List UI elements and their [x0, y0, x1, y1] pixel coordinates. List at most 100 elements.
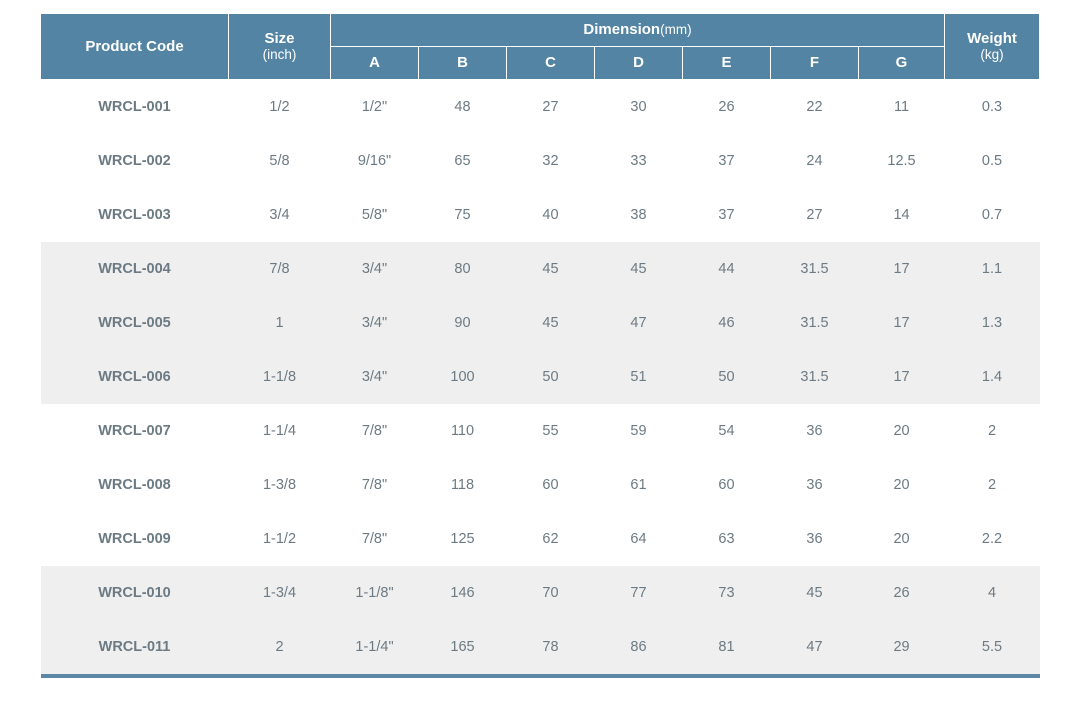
- table-body: WRCL-001 1/2 1/2" 48 27 30 26 22 11 0.3 WRCL-002 5/…: [40, 80, 1040, 676]
- cell-size: 2: [228, 620, 331, 676]
- cell-dim-b: 90: [418, 296, 507, 350]
- cell-dim-c: 60: [542, 477, 559, 493]
- cell-dim-b: 100: [418, 350, 507, 404]
- spec-table-container: Product Code Size (inch) Dimension(mm) W…: [40, 14, 1041, 678]
- cell-dim-f: 27: [806, 207, 823, 223]
- cell-dim-g: 20: [893, 531, 910, 547]
- cell-product-code: WRCL-001: [98, 99, 171, 115]
- cell-dim-g: 12.5: [887, 153, 916, 169]
- column-header-dim-e: E: [682, 46, 771, 80]
- cell-dim-e: 63: [718, 531, 735, 547]
- cell-dim-c: 40: [542, 207, 559, 223]
- cell-weight: 1.3: [944, 296, 1040, 350]
- weight-unit-label: (kg): [980, 47, 1004, 63]
- cell-product-code: WRCL-007: [98, 423, 171, 439]
- cell-product-code: WRCL-011: [40, 620, 229, 676]
- cell-dim-e: 26: [718, 99, 735, 115]
- column-header-weight: Weight (kg): [944, 14, 1041, 80]
- cell-dim-f: 36: [806, 423, 823, 439]
- cell-dim-d: 38: [630, 207, 647, 223]
- column-header-dim-b: B: [418, 46, 507, 80]
- cell-dim-b: 146: [418, 566, 507, 620]
- cell-product-code: WRCL-008: [98, 477, 171, 493]
- cell-size: 3/4: [269, 207, 290, 223]
- cell-dim-c: 45: [506, 242, 595, 296]
- cell-dim-c: 32: [542, 153, 559, 169]
- cell-size: 7/8: [228, 242, 331, 296]
- cell-dim-d: 86: [594, 620, 683, 676]
- column-header-product-code: Product Code: [40, 14, 229, 80]
- table-row: WRCL-003 3/4 5/8" 75 40 38 37 27 14 0.7: [41, 188, 1040, 242]
- size-label: Size: [264, 29, 295, 47]
- cell-dim-a: 3/4": [330, 242, 419, 296]
- page-root: Product Code Size (inch) Dimension(mm) W…: [0, 0, 1073, 701]
- cell-dim-e: 81: [682, 620, 771, 676]
- cell-dim-a: 1-1/8": [330, 566, 419, 620]
- cell-weight: 1.4: [944, 350, 1040, 404]
- cell-size: 1-3/8: [262, 477, 297, 493]
- product-dimension-table: Product Code Size (inch) Dimension(mm) W…: [40, 14, 1041, 678]
- cell-weight: 0.5: [981, 153, 1003, 169]
- cell-product-code: WRCL-010: [40, 566, 229, 620]
- cell-dim-f: 31.5: [770, 296, 859, 350]
- cell-dim-b: 80: [418, 242, 507, 296]
- cell-dim-g: 11: [893, 99, 910, 115]
- cell-dim-a: 3/4": [330, 296, 419, 350]
- cell-dim-a: 7/8": [361, 477, 388, 493]
- cell-weight: 2: [987, 477, 997, 493]
- cell-dim-c: 78: [506, 620, 595, 676]
- cell-dim-a: 5/8": [361, 207, 388, 223]
- column-header-dim-f: F: [770, 46, 859, 80]
- cell-product-code: WRCL-003: [98, 207, 171, 223]
- cell-dim-b: 65: [454, 153, 471, 169]
- cell-dim-d: 51: [594, 350, 683, 404]
- cell-dim-b: 165: [418, 620, 507, 676]
- cell-dim-d: 64: [630, 531, 647, 547]
- cell-size: 5/8: [269, 153, 290, 169]
- cell-dim-b: 75: [454, 207, 471, 223]
- cell-weight: 0.3: [981, 99, 1003, 115]
- cell-dim-d: 59: [630, 423, 647, 439]
- table-row: WRCL-007 1-1/4 7/8" 110 55 59 54 36 20 2: [41, 404, 1040, 458]
- cell-dim-a: 1/2": [361, 99, 388, 115]
- cell-dim-f: 24: [806, 153, 823, 169]
- cell-dim-e: 37: [718, 207, 735, 223]
- cell-dim-b: 48: [454, 99, 471, 115]
- table-row: WRCL-011 2 1-1/4" 165 78 86 81 47 29 5.5: [40, 620, 1040, 676]
- cell-dim-f: 47: [770, 620, 859, 676]
- cell-dim-c: 55: [542, 423, 559, 439]
- cell-dim-g: 17: [858, 350, 945, 404]
- cell-dim-g: 17: [858, 296, 945, 350]
- cell-dim-d: 30: [630, 99, 647, 115]
- cell-dim-g: 29: [858, 620, 945, 676]
- cell-dim-c: 70: [506, 566, 595, 620]
- cell-dim-e: 54: [718, 423, 735, 439]
- cell-size: 1-3/4: [228, 566, 331, 620]
- cell-dim-d: 45: [594, 242, 683, 296]
- table-row: WRCL-002 5/8 9/16" 65 32 33 37 24 12.5 0.5: [41, 134, 1040, 188]
- cell-dim-f: 45: [770, 566, 859, 620]
- cell-size: 1-1/2: [262, 531, 297, 547]
- cell-dim-d: 47: [594, 296, 683, 350]
- dimension-unit-label: (mm): [660, 22, 692, 38]
- cell-dim-e: 46: [682, 296, 771, 350]
- cell-dim-c: 62: [542, 531, 559, 547]
- cell-dim-f: 31.5: [770, 242, 859, 296]
- column-header-dim-g: G: [857, 46, 946, 80]
- cell-dim-c: 27: [542, 99, 559, 115]
- cell-dim-g: 26: [858, 566, 945, 620]
- cell-dim-g: 14: [893, 207, 910, 223]
- cell-dim-d: 61: [630, 477, 647, 493]
- cell-weight: 5.5: [944, 620, 1040, 676]
- cell-dim-g: 17: [858, 242, 945, 296]
- cell-dim-d: 77: [594, 566, 683, 620]
- cell-dim-g: 20: [893, 423, 910, 439]
- cell-weight: 2: [987, 423, 997, 439]
- cell-dim-a: 3/4": [330, 350, 419, 404]
- cell-dim-a: 9/16": [357, 153, 392, 169]
- table-row: WRCL-005 1 3/4" 90 45 47 46 31.5 17 1.3: [40, 296, 1040, 350]
- cell-weight: 1.1: [944, 242, 1040, 296]
- size-unit-label: (inch): [262, 47, 297, 63]
- cell-size: 1-1/4: [262, 423, 297, 439]
- cell-weight: 0.7: [981, 207, 1003, 223]
